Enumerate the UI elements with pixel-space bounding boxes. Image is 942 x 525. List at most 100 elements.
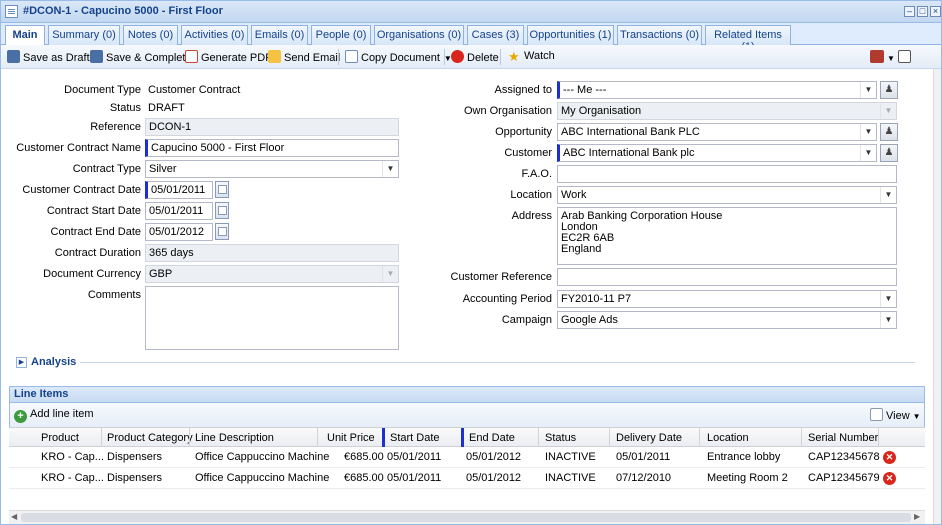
delete-row-icon[interactable]: ✕: [883, 451, 896, 464]
contract-date-input[interactable]: 05/01/2011: [145, 181, 213, 199]
table-row[interactable]: KRO - Cap... Dispensers Office Cappuccin…: [9, 468, 925, 489]
assigned-to-value: --- Me ---: [563, 84, 607, 96]
contract-date-label: Customer Contract Date: [22, 184, 141, 196]
column-header-start-date[interactable]: Start Date: [390, 432, 440, 444]
location-select[interactable]: Work ▼: [557, 186, 897, 204]
column-separator: [699, 428, 700, 447]
tab-main[interactable]: Main: [5, 25, 45, 46]
watch-button[interactable]: ★ Watch: [508, 50, 555, 64]
column-separator: [317, 428, 318, 447]
column-header-end-date[interactable]: End Date: [469, 432, 515, 444]
column-header-line-description[interactable]: Line Description: [195, 432, 274, 444]
add-line-item-button[interactable]: + Add line item: [14, 408, 94, 423]
save-draft-button[interactable]: Save as Draft: [7, 50, 90, 64]
cell-serial-number: CAP12345679: [808, 472, 880, 484]
assigned-to-select[interactable]: --- Me --- ▼: [557, 81, 877, 99]
tab-cases[interactable]: Cases (3): [467, 25, 524, 45]
tab-organisations[interactable]: Organisations (0): [374, 25, 464, 45]
print-button[interactable]: [898, 50, 914, 64]
expand-icon[interactable]: ▶: [16, 357, 27, 368]
customer-select[interactable]: ABC International Bank plc ▼: [557, 144, 877, 162]
currency-value: GBP: [149, 268, 173, 280]
tab-activities[interactable]: Activities (0): [181, 25, 248, 45]
maximize-button[interactable]: □: [917, 6, 928, 17]
contract-type-select[interactable]: Silver ▼: [145, 160, 399, 178]
tab-people[interactable]: People (0): [311, 25, 371, 45]
vertical-scrollbar[interactable]: [933, 69, 941, 524]
tab-related-items[interactable]: Related Items (1): [705, 25, 791, 53]
people-lookup-icon[interactable]: ♟: [880, 81, 898, 99]
comments-textarea[interactable]: [145, 286, 399, 350]
chevron-down-icon[interactable]: ▼: [382, 161, 398, 177]
tab-opportunities[interactable]: Opportunities (1): [527, 25, 614, 45]
column-header-product[interactable]: Product: [41, 432, 79, 444]
close-button[interactable]: ×: [930, 6, 941, 17]
opportunity-select[interactable]: ABC International Bank PLC ▼: [557, 123, 877, 141]
opportunity-lookup-icon[interactable]: ♟: [880, 123, 898, 141]
address-line: EC2R 6AB: [561, 232, 615, 244]
contract-name-label: Customer Contract Name: [16, 142, 141, 154]
column-header-location[interactable]: Location: [707, 432, 749, 444]
toolbar-separator: [500, 49, 501, 65]
end-date-input[interactable]: 05/01/2012: [145, 223, 213, 241]
column-header-serial-number[interactable]: Serial Number: [808, 432, 878, 444]
cell-product: KRO - Cap...: [41, 451, 104, 463]
toolbox-menu-button[interactable]: ▼: [870, 50, 895, 64]
chevron-down-icon[interactable]: ▼: [880, 187, 896, 203]
column-separator: [101, 428, 102, 447]
cell-delivery-date: 05/01/2011: [616, 451, 671, 463]
printer-icon: [898, 50, 911, 63]
column-separator: [189, 428, 190, 447]
column-header-product-category[interactable]: Product Category: [107, 432, 193, 444]
fao-input[interactable]: [557, 165, 897, 183]
table-row[interactable]: KRO - Cap... Dispensers Office Cappuccin…: [9, 447, 925, 468]
send-email-button[interactable]: Send Email: [268, 50, 340, 64]
cell-product: KRO - Cap...: [41, 472, 104, 484]
tab-emails[interactable]: Emails (0): [251, 25, 308, 45]
customer-reference-input[interactable]: [557, 268, 897, 286]
tab-notes[interactable]: Notes (0): [123, 25, 178, 45]
calendar-icon[interactable]: [215, 202, 229, 219]
tab-summary[interactable]: Summary (0): [48, 25, 120, 45]
generate-pdf-button[interactable]: Generate PDF: [185, 50, 272, 64]
analysis-header[interactable]: Analysis: [31, 356, 81, 368]
column-header-status[interactable]: Status: [545, 432, 576, 444]
save-complete-label: Save & Complete: [106, 52, 192, 64]
contract-type-value: Silver: [149, 163, 177, 175]
calendar-icon[interactable]: [215, 223, 229, 240]
address-textarea[interactable]: Arab Banking Corporation House London EC…: [557, 207, 897, 265]
column-separator: [878, 428, 879, 447]
chevron-down-icon[interactable]: ▼: [860, 124, 876, 140]
horizontal-scrollbar[interactable]: ◀ ▶: [9, 510, 925, 524]
accounting-period-select[interactable]: FY2010-11 P7 ▼: [557, 290, 897, 308]
delete-button[interactable]: Delete: [451, 50, 499, 64]
chevron-down-icon[interactable]: ▼: [880, 312, 896, 328]
save-complete-button[interactable]: Save & Complete: [90, 50, 192, 64]
contract-name-input[interactable]: Capucino 5000 - First Floor: [145, 139, 399, 157]
view-menu-button[interactable]: View ▼: [870, 408, 921, 422]
campaign-select[interactable]: Google Ads ▼: [557, 311, 897, 329]
column-header-delivery-date[interactable]: Delivery Date: [616, 432, 682, 444]
copy-document-button[interactable]: Copy Document ▼: [345, 50, 452, 64]
floppy-disk-icon: [7, 50, 20, 63]
chevron-down-icon[interactable]: ▼: [860, 82, 876, 98]
currency-select: GBP ▼: [145, 265, 399, 283]
scroll-left-icon[interactable]: ◀: [11, 512, 17, 521]
start-date-input[interactable]: 05/01/2011: [145, 202, 213, 220]
tab-transactions[interactable]: Transactions (0): [617, 25, 702, 45]
line-items-toolbar: + Add line item View ▼: [9, 403, 925, 427]
customer-lookup-icon[interactable]: ♟: [880, 144, 898, 162]
column-header-unit-price[interactable]: Unit Price: [327, 432, 375, 444]
column-separator: [461, 428, 464, 447]
line-items-grid-header: Product Product Category Line Descriptio…: [9, 427, 925, 447]
tab-strip: Main Summary (0) Notes (0) Activities (0…: [1, 23, 941, 53]
chevron-down-icon[interactable]: ▼: [860, 145, 876, 161]
minimize-button[interactable]: –: [904, 6, 915, 17]
chevron-down-icon[interactable]: ▼: [880, 291, 896, 307]
scroll-thumb[interactable]: [21, 513, 911, 522]
view-label: View: [886, 410, 910, 422]
add-line-item-label: Add line item: [30, 408, 94, 420]
calendar-icon[interactable]: [215, 181, 229, 198]
delete-row-icon[interactable]: ✕: [883, 472, 896, 485]
scroll-right-icon[interactable]: ▶: [914, 512, 920, 521]
